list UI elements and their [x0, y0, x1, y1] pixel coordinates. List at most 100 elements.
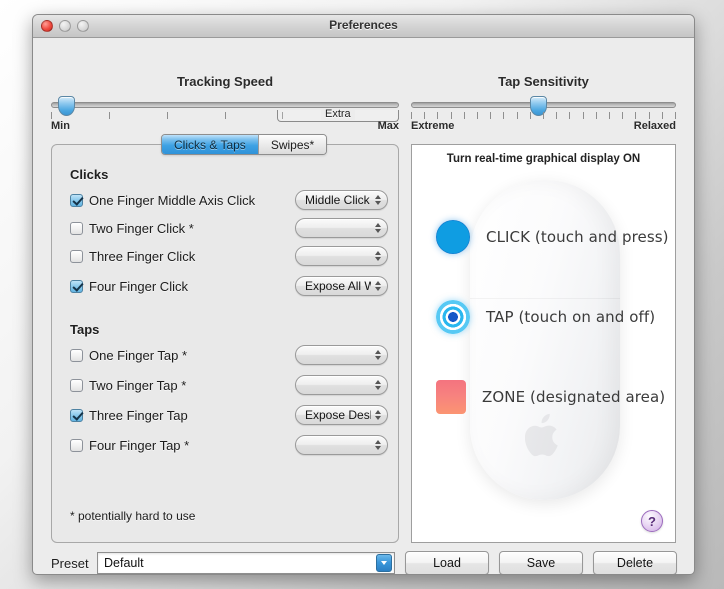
help-button[interactable]: ?: [641, 510, 663, 532]
slider-tick: [437, 112, 438, 119]
checkbox-two-finger-tap[interactable]: [70, 378, 83, 392]
label-two-finger-click: Two Finger Click *: [89, 220, 194, 236]
popup-one-finger-tap[interactable]: [295, 345, 388, 365]
checkbox-one-finger-tap[interactable]: [70, 348, 83, 362]
slider-tick: [167, 112, 168, 119]
delete-button-label: Delete: [616, 556, 654, 570]
label-one-finger-tap: One Finger Tap *: [89, 347, 188, 363]
tab-clicks-and-taps[interactable]: Clicks & Taps: [162, 135, 259, 154]
legend-row-click: CLICK (touch and press): [436, 220, 669, 254]
row-three-finger-tap[interactable]: Three Finger Tap: [70, 404, 188, 426]
checkbox-four-finger-tap[interactable]: [70, 438, 83, 452]
tab-swipes[interactable]: Swipes*: [258, 135, 327, 154]
preset-combobox[interactable]: Default: [97, 552, 395, 574]
slider-tick: [477, 112, 478, 119]
slider-tick: [675, 112, 676, 119]
zone-indicator-icon: [436, 380, 466, 414]
slider-tick: [51, 112, 52, 119]
slider-tick: [596, 112, 597, 119]
slider-tick: [464, 112, 465, 119]
chevron-updown-icon: [371, 277, 387, 295]
chevron-updown-icon: [371, 346, 387, 364]
popup-one-finger-middle-axis-click[interactable]: Middle Click: [295, 190, 388, 210]
preset-label: Preset: [51, 556, 89, 571]
legend-label-click: CLICK (touch and press): [486, 228, 669, 246]
popup-two-finger-click[interactable]: [295, 218, 388, 238]
preferences-window: Preferences Tracking Speed Extra Min Max…: [32, 14, 695, 575]
graphical-display-panel: Turn real-time graphical display ON CLIC…: [411, 144, 676, 543]
popup-four-finger-click[interactable]: Expose All W...: [295, 276, 388, 296]
chevron-updown-icon: [371, 219, 387, 237]
row-four-finger-tap[interactable]: Four Finger Tap *: [70, 434, 189, 456]
tap-indicator-icon: [436, 300, 470, 334]
popup-value-three-finger-tap: Expose Desk...: [305, 408, 371, 422]
popup-four-finger-tap[interactable]: [295, 435, 388, 455]
window-content: Tracking Speed Extra Min Max Tap Sensiti…: [33, 38, 694, 574]
slider-tick: [530, 112, 531, 119]
preset-value[interactable]: Default: [98, 556, 376, 570]
delete-button[interactable]: Delete: [593, 551, 677, 574]
slider-tick: [662, 112, 663, 119]
tracking-speed-group: Tracking Speed Extra Min Max: [51, 74, 399, 132]
slider-tick: [424, 112, 425, 119]
window-title: Preferences: [329, 18, 398, 32]
tab-bar: Clicks & Taps Swipes*: [161, 134, 328, 155]
popup-three-finger-click[interactable]: [295, 246, 388, 266]
help-icon: ?: [648, 513, 656, 529]
chevron-updown-icon: [371, 436, 387, 454]
clicks-and-taps-panel: Clicks One Finger Middle Axis Click Midd…: [51, 144, 399, 543]
mouse-seam-line: [470, 298, 620, 299]
checkbox-two-finger-click[interactable]: [70, 221, 83, 235]
apple-logo-icon: [524, 412, 565, 465]
chevron-updown-icon: [371, 376, 387, 394]
tab-clicks-and-taps-label: Clicks & Taps: [174, 137, 246, 152]
graphical-display-title[interactable]: Turn real-time graphical display ON: [412, 153, 675, 165]
window-titlebar[interactable]: Preferences: [33, 15, 694, 38]
slider-tick: [556, 112, 557, 119]
label-four-finger-click: Four Finger Click: [89, 278, 188, 294]
slider-tick: [583, 112, 584, 119]
legend-row-tap: TAP (touch on and off): [436, 300, 655, 334]
row-one-finger-tap[interactable]: One Finger Tap *: [70, 344, 187, 366]
row-three-finger-click[interactable]: Three Finger Click: [70, 245, 195, 267]
load-button-label: Load: [433, 556, 461, 570]
tap-sensitivity-min-label: Extreme: [411, 120, 455, 132]
label-three-finger-tap: Three Finger Tap: [89, 407, 188, 423]
slider-tick: [411, 112, 412, 119]
popup-three-finger-tap[interactable]: Expose Desk...: [295, 405, 388, 425]
tap-sensitivity-ticks: [411, 112, 676, 119]
save-button[interactable]: Save: [499, 551, 583, 574]
checkbox-four-finger-click[interactable]: [70, 279, 83, 293]
row-one-finger-middle-axis-click[interactable]: One Finger Middle Axis Click: [70, 189, 255, 211]
row-two-finger-tap[interactable]: Two Finger Tap *: [70, 374, 186, 396]
checkbox-one-finger-middle-axis-click[interactable]: [70, 193, 83, 207]
footnote-text: * potentially hard to use: [70, 509, 196, 523]
tracking-speed-title: Tracking Speed: [176, 74, 274, 89]
load-button[interactable]: Load: [405, 551, 489, 574]
popup-value-four-finger-click: Expose All W...: [305, 279, 371, 293]
checkbox-three-finger-click[interactable]: [70, 249, 83, 263]
slider-tick: [569, 112, 570, 119]
row-two-finger-click[interactable]: Two Finger Click *: [70, 217, 194, 239]
chevron-updown-icon: [371, 406, 387, 424]
slider-tick: [109, 112, 110, 119]
row-four-finger-click[interactable]: Four Finger Click: [70, 275, 188, 297]
chevron-down-icon[interactable]: [376, 554, 392, 572]
tap-sensitivity-title: Tap Sensitivity: [498, 74, 589, 89]
slider-tick: [635, 112, 636, 119]
slider-tick: [649, 112, 650, 119]
slider-tick: [451, 112, 452, 119]
legend-label-tap: TAP (touch on and off): [486, 308, 656, 326]
chevron-updown-icon: [371, 247, 387, 265]
legend-row-zone: ZONE (designated area): [436, 380, 665, 414]
legend-label-zone: ZONE (designated area): [482, 388, 666, 406]
popup-value-one-finger-middle-axis-click: Middle Click: [305, 193, 370, 207]
tracking-speed-extra-label: Extra: [321, 108, 355, 120]
popup-two-finger-tap[interactable]: [295, 375, 388, 395]
save-button-label: Save: [526, 556, 556, 570]
slider-tick: [225, 112, 226, 119]
slider-tick: [543, 112, 544, 119]
checkbox-three-finger-tap[interactable]: [70, 408, 83, 422]
label-one-finger-middle-axis-click: One Finger Middle Axis Click: [89, 192, 256, 208]
slider-tick: [609, 112, 610, 119]
